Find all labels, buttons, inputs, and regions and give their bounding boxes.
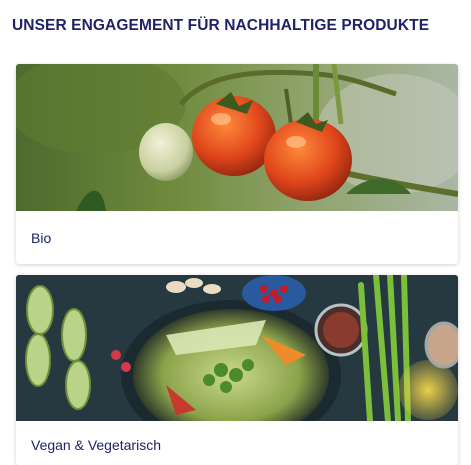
vegetable-bowl-photo (16, 275, 458, 421)
card-vegan-label: Vegan & Vegetarisch (31, 437, 161, 453)
card-vegan-vegetarisch[interactable]: Vegan & Vegetarisch (16, 275, 458, 465)
card-bio[interactable]: Bio (16, 64, 458, 264)
tomatoes-photo (16, 64, 458, 211)
section-title: UNSER ENGAGEMENT FÜR NACHHALTIGE PRODUKT… (12, 17, 430, 34)
card-bio-label: Bio (31, 230, 52, 246)
